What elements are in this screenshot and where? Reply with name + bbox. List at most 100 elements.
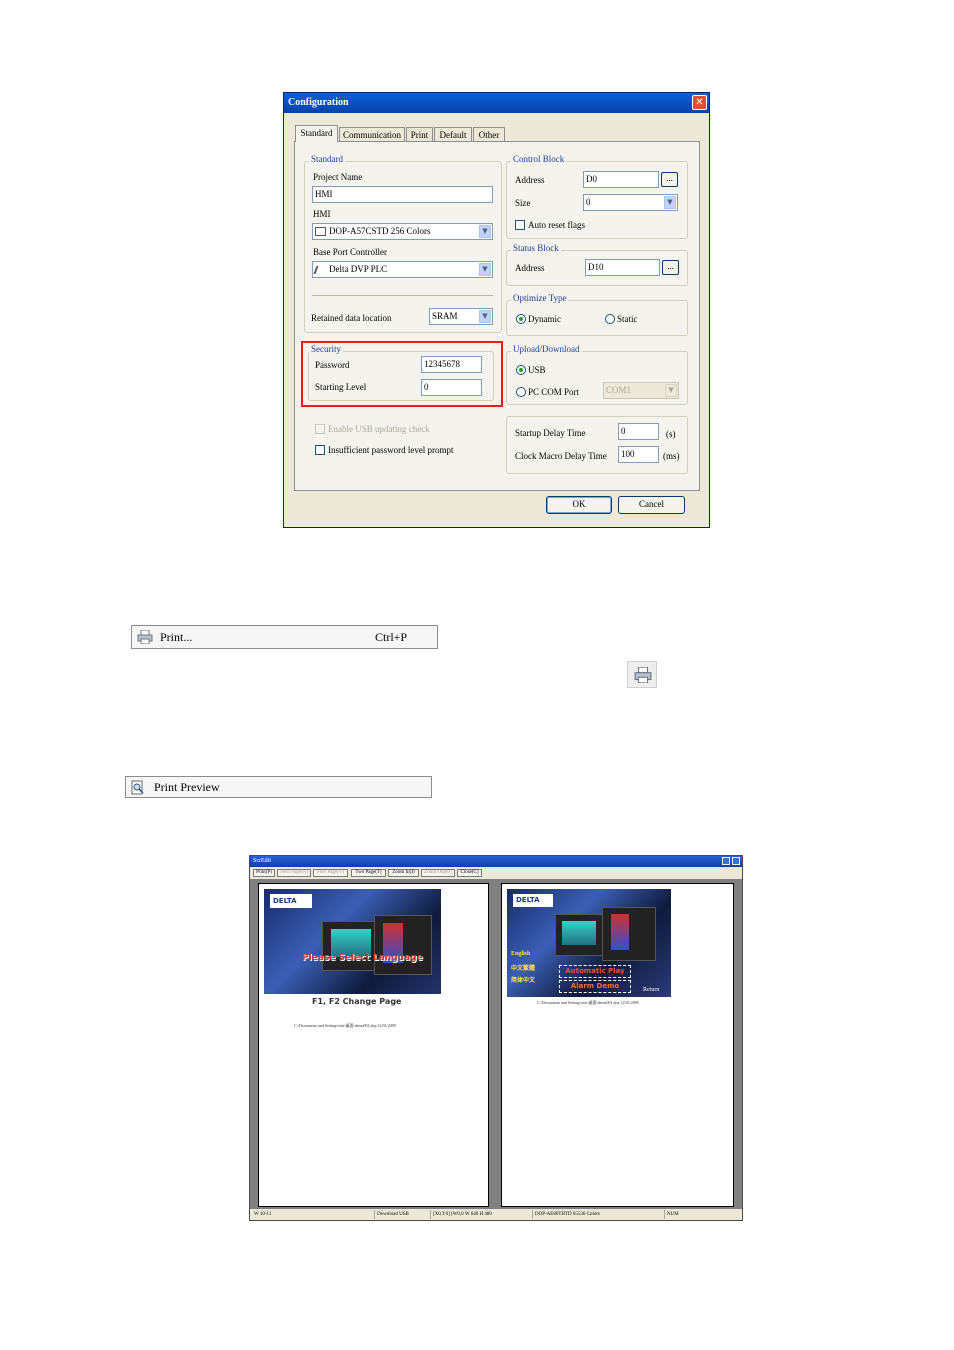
hmi-device-image	[555, 914, 607, 956]
startup-delay-label: Startup Delay Time	[515, 428, 586, 438]
startup-delay-unit: (s)	[666, 429, 676, 439]
plug-icon	[313, 265, 327, 274]
status-address-label: Address	[515, 263, 545, 273]
ok-button[interactable]: OK	[546, 496, 612, 514]
preview-prev-page-button[interactable]: Prev Page(V)	[313, 869, 348, 877]
preview-titlebar[interactable]: ScrEdit	[250, 856, 742, 867]
retained-data-label: Retained data location	[311, 313, 392, 323]
preview-print-button[interactable]: Print(P)	[253, 869, 275, 877]
project-name-input[interactable]: HMI	[312, 186, 493, 203]
auto-reset-checkbox[interactable]	[515, 220, 525, 230]
clock-macro-delay-unit: (ms)	[663, 451, 680, 461]
page1-headline: Please Select Language	[302, 953, 423, 963]
control-address-input[interactable]: D0	[583, 171, 659, 188]
hmi-device-image-2	[374, 915, 432, 975]
base-port-select[interactable]: Delta DVP PLC ▼	[312, 261, 493, 278]
tab-print[interactable]: Print	[406, 127, 433, 141]
startup-delay-input[interactable]: 0	[618, 423, 659, 440]
chevron-down-icon[interactable]: ▼	[664, 196, 676, 209]
page1-caption: C:\Documents and Settings\test\桌面\demo00…	[294, 1023, 396, 1028]
auto-reset-label: Auto reset flags	[528, 220, 585, 230]
tab-communication[interactable]: Communication	[339, 127, 405, 141]
pc-com-port-label: PC COM Port	[528, 387, 580, 397]
hmi-device-image-2	[602, 907, 656, 961]
page2-lang-english[interactable]: English	[511, 951, 530, 957]
page2-alarm-demo[interactable]: Alarm Demo	[559, 980, 631, 993]
control-size-value: 0	[586, 197, 591, 207]
page1-footer-text: F1, F2 Change Page	[312, 997, 402, 1006]
preview-next-page-button[interactable]: Next Page(N)	[277, 869, 311, 877]
control-block-legend: Control Block	[511, 154, 567, 164]
cancel-button[interactable]: Cancel	[618, 496, 685, 514]
status-address-input[interactable]: D10	[585, 259, 660, 276]
base-port-value: Delta DVP PLC	[329, 264, 388, 274]
tab-other[interactable]: Other	[473, 127, 505, 141]
chevron-down-icon[interactable]: ▼	[479, 225, 491, 238]
chevron-down-icon[interactable]: ▼	[479, 310, 491, 323]
status-address-browse-button[interactable]: ...	[662, 260, 679, 275]
dynamic-radio[interactable]	[516, 314, 526, 324]
preview-two-page-button[interactable]: Two Page(T)	[351, 869, 386, 877]
retained-data-select[interactable]: SRAM ▼	[429, 308, 493, 325]
static-radio[interactable]	[605, 314, 615, 324]
status-segment-1: W 10-11	[254, 1212, 272, 1217]
standard-divider	[312, 295, 493, 296]
print-preview-window: ScrEdit Print(P) Next Page(N) Prev Page(…	[249, 855, 743, 1221]
base-port-label: Base Port Controller	[313, 247, 387, 257]
preview-zoom-out-button[interactable]: Zoom Out(O)	[421, 869, 455, 877]
configuration-dialog: Configuration ✕ Standard Communication P…	[283, 92, 710, 528]
preview-title: ScrEdit	[253, 858, 271, 864]
clock-macro-delay-input[interactable]: 100	[618, 446, 659, 463]
insufficient-password-checkbox[interactable]	[315, 445, 325, 455]
page2-automatic-play[interactable]: Automatic Play	[559, 965, 631, 978]
print-label: Print...	[160, 630, 193, 644]
page2-caption: C:\Documents and Settings\test\桌面\demo00…	[537, 1000, 639, 1005]
status-block-legend: Status Block	[511, 243, 561, 253]
preview-close-button[interactable]: Close(C)	[457, 869, 482, 877]
enable-usb-label: Enable USB updating check	[328, 424, 430, 434]
print-toolbar-button[interactable]	[627, 661, 657, 688]
control-address-label: Address	[515, 175, 545, 185]
control-address-browse-button[interactable]: ...	[661, 172, 678, 187]
status-segment-4: DOP-AE80THTD 65536 Colors	[532, 1210, 662, 1219]
preview-page-2: DELTA English 中文繁體 简体中文 Automatic Play A…	[501, 883, 734, 1207]
chevron-down-icon[interactable]: ▼	[479, 263, 491, 276]
hmi-value: DOP-A57CSTD 256 Colors	[329, 226, 431, 236]
delta-logo: DELTA	[513, 894, 553, 907]
status-segment-3: [X0,Y0] (W0,0 W 640 H 480	[430, 1210, 530, 1219]
control-size-select[interactable]: 0 ▼	[583, 194, 678, 211]
status-segment-2: Download USB	[374, 1210, 429, 1219]
status-segment-5: NUM	[664, 1210, 704, 1219]
page2-lang-traditional[interactable]: 中文繁體	[511, 963, 535, 972]
page1-screenshot: DELTA Please Select Language F1, F2 Chan…	[264, 889, 441, 1019]
usb-radio[interactable]	[516, 365, 526, 375]
standard-legend: Standard	[309, 154, 345, 164]
usb-label: USB	[528, 365, 546, 375]
monitor-icon	[315, 227, 326, 237]
pc-com-port-radio[interactable]	[516, 387, 526, 397]
print-preview-menu-item[interactable]: Print Preview	[125, 776, 432, 798]
page2-return[interactable]: Return	[643, 987, 659, 993]
maximize-icon[interactable]	[732, 857, 740, 865]
chevron-down-icon[interactable]: ▼	[665, 384, 677, 397]
minimize-icon[interactable]	[722, 857, 730, 865]
page2-lang-simplified[interactable]: 简体中文	[511, 975, 535, 984]
close-icon[interactable]: ✕	[692, 95, 707, 110]
print-preview-label: Print Preview	[154, 780, 220, 794]
hmi-select[interactable]: DOP-A57CSTD 256 Colors ▼	[312, 223, 493, 240]
control-size-label: Size	[515, 198, 531, 208]
com-port-value: COM1	[606, 385, 632, 395]
clock-macro-delay-label: Clock Macro Delay Time	[515, 451, 607, 461]
preview-toolbar: Print(P) Next Page(N) Prev Page(V) Two P…	[250, 867, 742, 879]
hmi-label: HMI	[313, 209, 331, 219]
print-menu-item[interactable]: Print... Ctrl+P	[131, 625, 438, 649]
preview-zoom-in-button[interactable]: Zoom In(I)	[388, 869, 419, 877]
delta-logo: DELTA	[270, 894, 312, 908]
com-port-select[interactable]: COM1 ▼	[603, 382, 679, 399]
dialog-titlebar[interactable]: Configuration ✕	[284, 93, 709, 113]
insufficient-password-label: Insufficient password level prompt	[328, 445, 454, 455]
tab-default[interactable]: Default	[434, 127, 472, 141]
tab-standard[interactable]: Standard	[295, 125, 338, 142]
enable-usb-checkbox[interactable]	[315, 424, 325, 434]
dialog-title: Configuration	[288, 97, 349, 108]
